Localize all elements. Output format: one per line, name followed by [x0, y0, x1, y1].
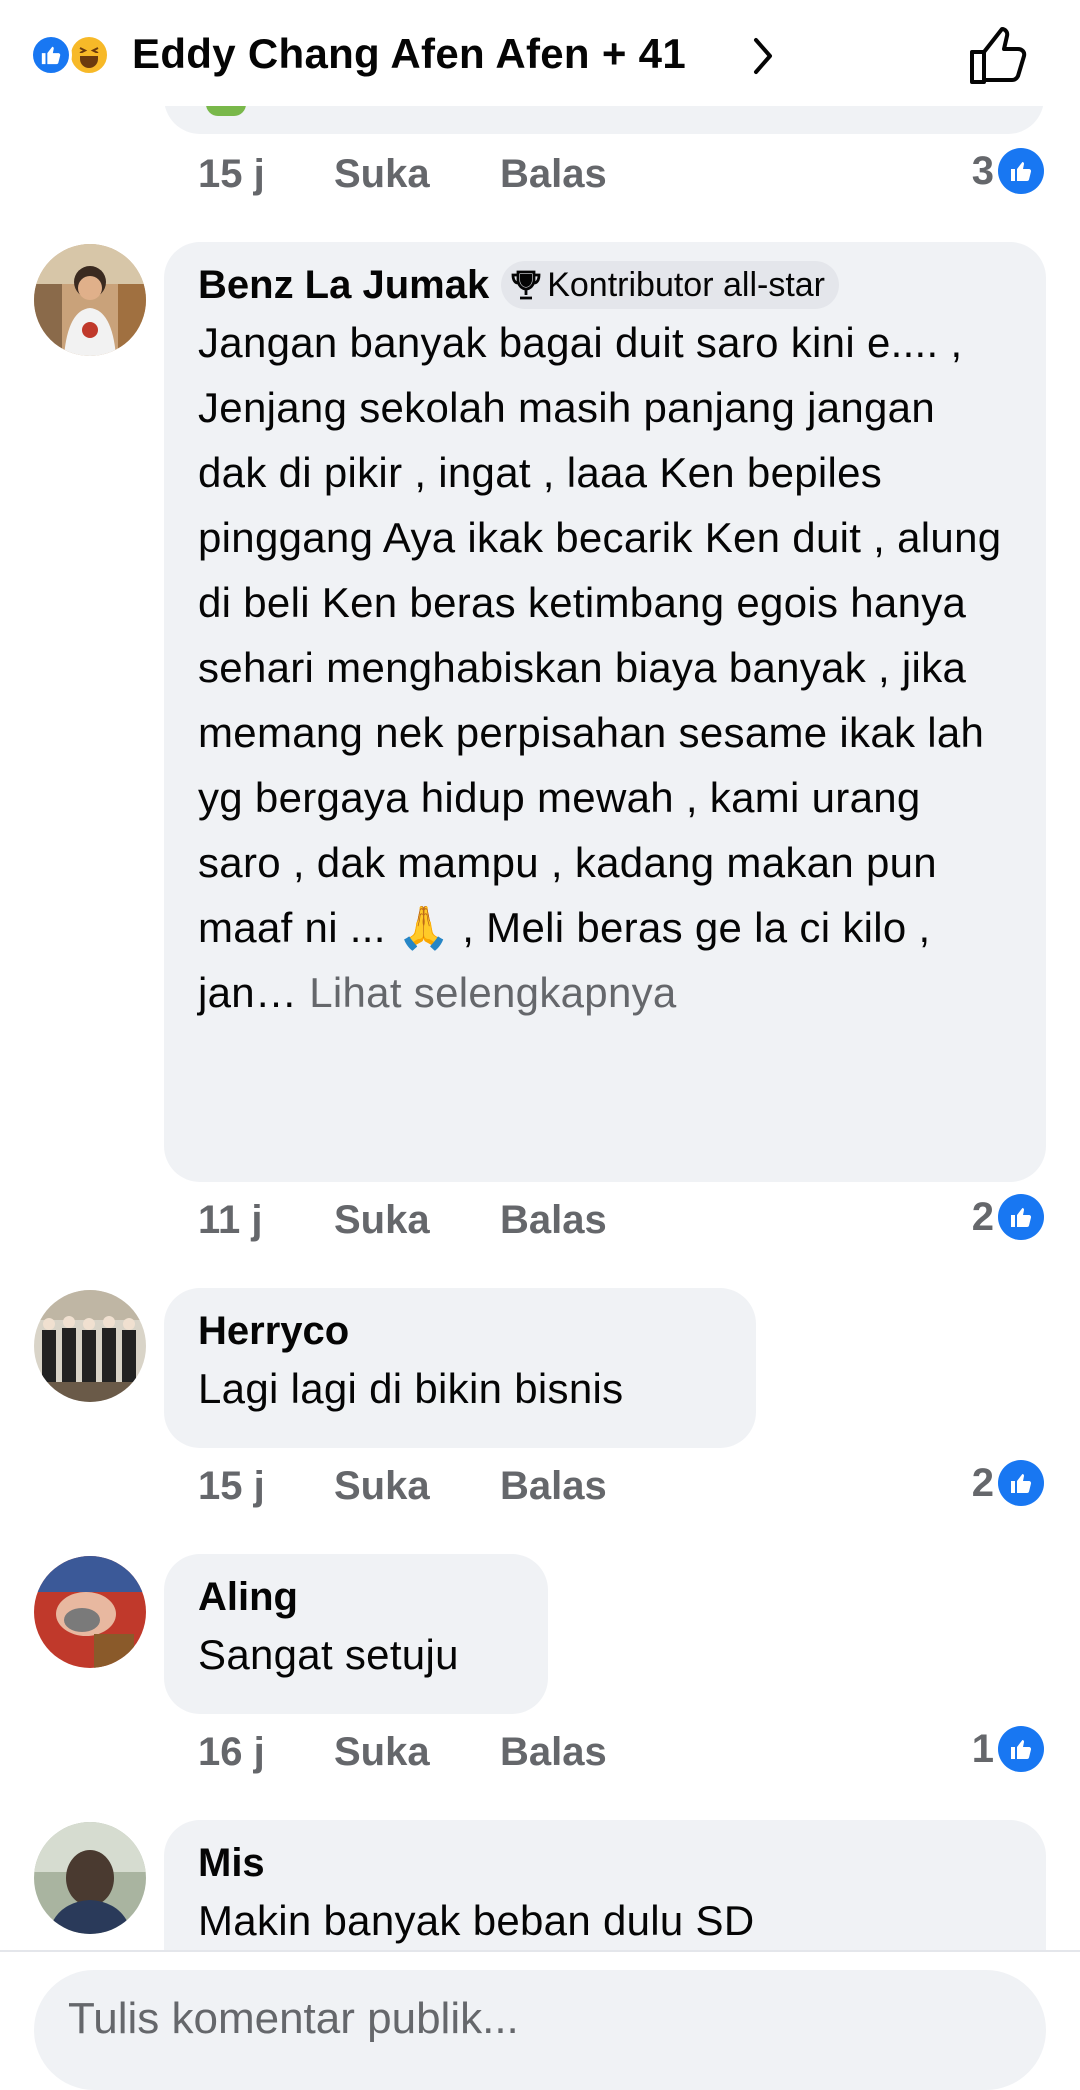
- haha-reaction-icon: [68, 34, 110, 76]
- comment-actions: 11 j Suka Balas: [198, 1198, 607, 1243]
- like-count-icon: [998, 1194, 1044, 1240]
- like-reaction-icon: [30, 34, 72, 76]
- like-count-icon: [998, 148, 1044, 194]
- comment-time: 15 j: [198, 152, 265, 196]
- comment-author[interactable]: Herryco: [198, 1306, 722, 1356]
- comment-text: Sangat setuju: [198, 1631, 459, 1678]
- comment-time: 15 j: [198, 1464, 265, 1508]
- reactors-names[interactable]: Eddy Chang Afen Afen + 41: [132, 26, 686, 82]
- comment-bubble[interactable]: Benz La Jumak Kontributor all-star Janga…: [164, 242, 1046, 1182]
- comment-actions: 15 j Suka Balas: [198, 1464, 607, 1509]
- reply-action[interactable]: Balas: [500, 1730, 607, 1775]
- like-action[interactable]: Suka: [334, 1198, 500, 1243]
- reactions-header[interactable]: Eddy Chang Afen Afen + 41: [0, 0, 1080, 106]
- reaction-count[interactable]: 2: [972, 1460, 1044, 1506]
- comment-author[interactable]: Mis: [198, 1838, 1012, 1888]
- comment-bubble[interactable]: Aling Sangat setuju: [164, 1554, 548, 1714]
- comment-actions: 16 j Suka Balas: [198, 1730, 607, 1775]
- like-action[interactable]: Suka: [334, 152, 500, 197]
- comment-text: Makin banyak beban dulu SD: [198, 1897, 755, 1944]
- reaction-icons: [30, 34, 122, 76]
- thumbs-up-icon[interactable]: [966, 26, 1028, 86]
- reply-action[interactable]: Balas: [500, 1198, 607, 1243]
- like-action[interactable]: Suka: [334, 1730, 500, 1775]
- comment-time: 11 j: [198, 1198, 263, 1242]
- like-action[interactable]: Suka: [334, 1464, 500, 1509]
- comment-time: 16 j: [198, 1730, 265, 1774]
- see-more-link[interactable]: Lihat selengkapnya: [309, 969, 676, 1016]
- comment-author[interactable]: Aling: [198, 1572, 514, 1622]
- like-count-icon: [998, 1726, 1044, 1772]
- reply-action[interactable]: Balas: [500, 1464, 607, 1509]
- comment-composer-bar: Tulis komentar publik...: [0, 1950, 1080, 2090]
- contributor-badge[interactable]: Kontributor all-star: [501, 261, 839, 309]
- comment-author[interactable]: Benz La Jumak Kontributor all-star: [198, 260, 1012, 310]
- comment-text: Jangan banyak bagai duit saro kini e....…: [198, 319, 1002, 1016]
- reply-action[interactable]: Balas: [500, 152, 607, 197]
- like-count-icon: [998, 1460, 1044, 1506]
- trophy-icon: [511, 270, 541, 300]
- reaction-count[interactable]: 3: [972, 148, 1044, 194]
- comment-actions: 15 j Suka Balas: [198, 152, 607, 197]
- avatar[interactable]: [34, 244, 146, 356]
- avatar[interactable]: [34, 1290, 146, 1402]
- avatar[interactable]: [34, 1822, 146, 1934]
- comment-input[interactable]: Tulis komentar publik...: [34, 1970, 1046, 2090]
- comment-text: Lagi lagi di bikin bisnis: [198, 1365, 624, 1412]
- comment-bubble[interactable]: Herryco Lagi lagi di bikin bisnis: [164, 1288, 756, 1448]
- chevron-right-icon[interactable]: [752, 36, 776, 76]
- reaction-count[interactable]: 1: [972, 1726, 1044, 1772]
- avatar[interactable]: [34, 1556, 146, 1668]
- reaction-count[interactable]: 2: [972, 1194, 1044, 1240]
